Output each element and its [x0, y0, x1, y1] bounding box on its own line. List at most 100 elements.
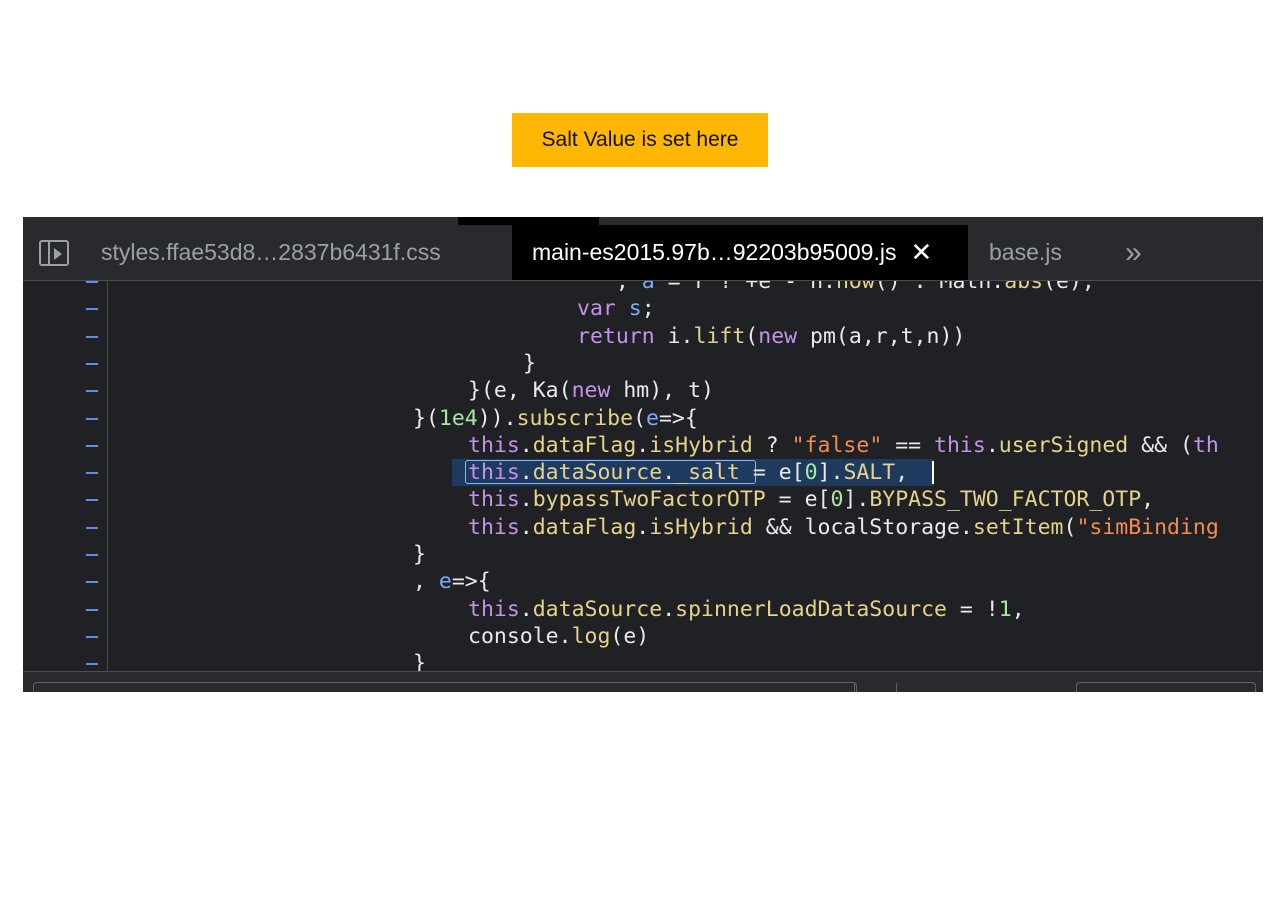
code-token: dataFlag — [532, 432, 637, 458]
code-token: . — [636, 514, 650, 540]
gutter-marker — [86, 390, 98, 393]
gutter-marker — [86, 608, 98, 611]
code-text: return i.lift(new pm(a,r,t,n)) — [577, 323, 965, 350]
code-line[interactable]: } — [23, 541, 1263, 568]
code-token: , — [895, 460, 909, 486]
code-token: . — [985, 432, 999, 458]
code-line[interactable]: console.log(e) — [23, 623, 1263, 650]
code-line[interactable]: var s; — [23, 295, 1263, 322]
tab-main-js[interactable]: main-es2015.97b…92203b95009.js ✕ — [512, 225, 968, 280]
code-token: ( — [745, 323, 759, 349]
code-token: ]. — [817, 460, 844, 486]
code-token: this — [468, 432, 520, 458]
code-token: )). — [477, 405, 517, 431]
search-options[interactable] — [1076, 682, 1256, 692]
code-line[interactable]: this.dataFlag.isHybrid ? "false" == this… — [23, 432, 1263, 459]
code-token: (e); — [1043, 281, 1095, 294]
code-token: console. — [468, 623, 572, 649]
code-token: th — [1192, 432, 1219, 458]
code-token: == — [882, 432, 935, 458]
code-text: , e=>{ — [413, 568, 491, 595]
panel-top-strip — [23, 217, 1263, 225]
gutter-marker — [86, 281, 98, 283]
code-token: dataSource — [532, 596, 663, 622]
file-tab-bar: styles.ffae53d8…2837b6431f.css main-es20… — [23, 225, 1263, 281]
code-token: i. — [654, 323, 694, 349]
code-token: log — [571, 623, 611, 649]
code-text: , a = r ? +e - n.now() : Math.abs(e); — [357, 281, 1095, 295]
code-token: 0 — [830, 487, 844, 513]
code-token: ]. — [843, 487, 870, 513]
code-token: = e[ — [765, 487, 831, 513]
code-token: BYPASS_TWO_FACTOR_OTP — [869, 487, 1142, 513]
code-token: , — [413, 569, 439, 595]
code-line[interactable]: , e=>{ — [23, 568, 1263, 595]
code-token: } — [523, 350, 536, 376]
code-editor[interactable]: , a = r ? +e - n.now() : Math.abs(e); var… — [23, 281, 1263, 671]
code-token: isHybrid — [649, 514, 753, 540]
search-input[interactable] — [33, 682, 897, 692]
code-token: =>{ — [451, 569, 491, 595]
code-token: && localStorage. — [752, 514, 973, 540]
tab-styles-css[interactable]: styles.ffae53d8…2837b6431f.css — [101, 225, 441, 280]
code-token: lift — [693, 323, 746, 349]
code-token: , — [1011, 596, 1025, 622]
code-token: _salt — [675, 460, 740, 486]
code-token: . — [662, 460, 676, 486]
code-text: } — [413, 650, 426, 671]
code-text: } — [523, 350, 536, 377]
code-line[interactable]: this.dataFlag.isHybrid && localStorage.s… — [23, 514, 1263, 541]
code-token: , — [357, 281, 642, 294]
code-token: this — [468, 596, 520, 622]
close-tab-icon[interactable]: ✕ — [910, 237, 932, 268]
tab-label: base.js — [989, 239, 1062, 265]
code-text: this.dataSource._salt = e[0].SALT, — [468, 459, 908, 486]
code-line[interactable]: }(e, Ka(new hm), t) — [23, 377, 1263, 404]
code-token: e — [438, 569, 452, 595]
tab-base-js[interactable]: base.js — [989, 225, 1062, 280]
code-line[interactable]: this.dataSource.spinnerLoadDataSource = … — [23, 596, 1263, 623]
code-line[interactable]: }(1e4)).subscribe(e=>{ — [23, 405, 1263, 432]
code-token: this — [468, 514, 520, 540]
code-line[interactable]: } — [23, 650, 1263, 671]
code-token: this — [468, 487, 520, 513]
gutter-marker — [86, 472, 98, 475]
code-token: ? — [752, 432, 792, 458]
code-text: this.dataSource.spinnerLoadDataSource = … — [468, 596, 1025, 623]
code-token: this — [934, 432, 986, 458]
code-line[interactable]: this.bypassTwoFactorOTP = e[0].BYPASS_TW… — [23, 486, 1263, 513]
code-text: this.bypassTwoFactorOTP = e[0].BYPASS_TW… — [468, 486, 1154, 513]
code-token: && ( — [1128, 432, 1193, 458]
code-token: = ! — [946, 596, 999, 622]
code-token: spinnerLoadDataSource — [675, 596, 947, 622]
gutter-marker — [86, 417, 98, 420]
code-token: =>{ — [658, 405, 698, 431]
tab-label: styles.ffae53d8…2837b6431f.css — [101, 239, 441, 265]
code-token: 1 — [998, 596, 1012, 622]
code-token: }( — [413, 405, 439, 431]
code-token: now — [835, 281, 875, 294]
gutter-marker — [86, 526, 98, 529]
code-token: s — [628, 296, 642, 322]
code-token: var — [577, 296, 616, 322]
more-tabs-icon[interactable]: » — [1125, 225, 1142, 280]
code-line[interactable]: return i.lift(new pm(a,r,t,n)) — [23, 323, 1263, 350]
code-token: (e) — [610, 623, 650, 649]
code-token: , — [1141, 487, 1155, 513]
text-cursor — [932, 461, 934, 485]
code-line[interactable]: this.dataSource._salt = e[0].SALT, — [23, 459, 1263, 487]
code-line[interactable]: , a = r ? +e - n.now() : Math.abs(e); — [23, 281, 1263, 295]
code-line[interactable]: } — [23, 350, 1263, 377]
toggle-navigator-icon[interactable] — [39, 240, 69, 266]
gutter-marker — [86, 581, 98, 584]
gutter-marker — [86, 335, 98, 338]
code-token: bypassTwoFactorOTP — [532, 487, 766, 513]
annotation-callout: Salt Value is set here — [512, 113, 768, 167]
code-text: } — [413, 541, 426, 568]
code-text: }(1e4)).subscribe(e=>{ — [413, 405, 698, 432]
code-token: return — [577, 323, 655, 349]
code-text: this.dataFlag.isHybrid ? "false" == this… — [468, 432, 1219, 459]
code-token: abs — [1004, 281, 1044, 294]
tab-label: main-es2015.97b…92203b95009.js — [532, 239, 897, 265]
gutter-marker — [86, 362, 98, 365]
